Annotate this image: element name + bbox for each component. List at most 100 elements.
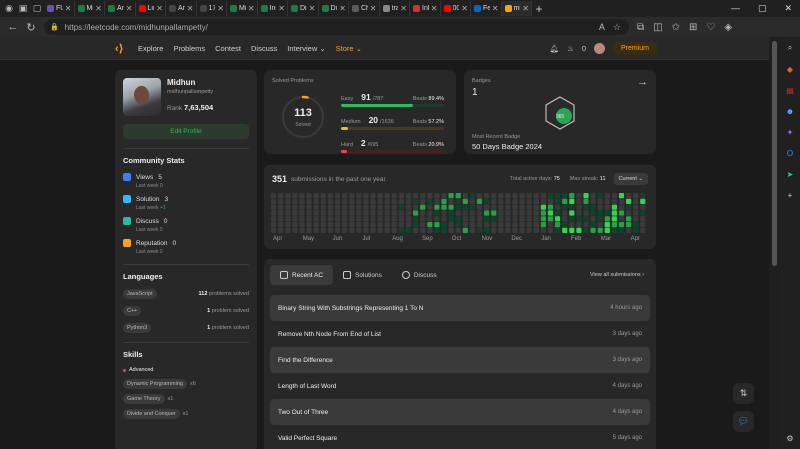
heatmap-cell[interactable] (626, 222, 632, 228)
heatmap-cell[interactable] (363, 227, 369, 233)
heatmap-cell[interactable] (342, 227, 348, 233)
heatmap-cell[interactable] (356, 210, 362, 216)
heatmap-cell[interactable] (604, 210, 610, 216)
heatmap-cell[interactable] (484, 227, 490, 233)
heatmap-cell[interactable] (562, 222, 568, 228)
heatmap-cell[interactable] (569, 227, 575, 233)
heatmap-cell[interactable] (533, 204, 539, 210)
language-tag[interactable]: C++ (123, 306, 142, 316)
heatmap-cell[interactable] (604, 204, 610, 210)
heatmap-cell[interactable] (512, 198, 518, 204)
tab-discuss[interactable]: Discuss (392, 265, 447, 285)
heatmap-cell[interactable] (562, 193, 568, 199)
browser-tab[interactable]: Dil✕ (319, 1, 349, 16)
heatmap-cell[interactable] (398, 204, 404, 210)
heatmap-cell[interactable] (526, 204, 532, 210)
heatmap-cell[interactable] (363, 216, 369, 222)
heatmap-cell[interactable] (434, 227, 440, 233)
heatmap-cell[interactable] (626, 193, 632, 199)
recent-ac-item[interactable]: Remove Nth Node From End of List 3 days a… (270, 321, 650, 347)
heatmap-cell[interactable] (278, 204, 284, 210)
browser-tab[interactable]: Ar ✕ (105, 1, 136, 16)
heatmap-cell[interactable] (576, 227, 582, 233)
heatmap-cell[interactable] (555, 222, 561, 228)
tab-close-icon[interactable]: ✕ (126, 4, 135, 13)
heatmap-cell[interactable] (519, 210, 525, 216)
heatmap-cell[interactable] (313, 193, 319, 199)
heatmap-cell[interactable] (633, 193, 639, 199)
heatmap-cell[interactable] (526, 216, 532, 222)
heatmap-cell[interactable] (555, 193, 561, 199)
language-tag[interactable]: Python3 (123, 323, 152, 333)
page-scrollbar[interactable] (769, 37, 780, 449)
heatmap-cell[interactable] (491, 198, 497, 204)
heatmap-cell[interactable] (604, 198, 610, 204)
heatmap-cell[interactable] (547, 210, 554, 216)
heatmap-cell[interactable] (441, 210, 447, 216)
heatmap-cell[interactable] (526, 198, 532, 204)
heatmap-cell[interactable] (640, 204, 646, 210)
heatmap-cell[interactable] (604, 216, 610, 222)
heatmap-cell[interactable] (391, 227, 397, 233)
heatmap-cell[interactable] (547, 198, 554, 204)
heatmap-cell[interactable] (633, 222, 639, 228)
heatmap-cell[interactable] (356, 222, 362, 228)
skill-tag[interactable]: Divide and Conquer (123, 409, 180, 419)
heatmap-cell[interactable] (306, 227, 312, 233)
heatmap-cell[interactable] (597, 222, 603, 228)
heatmap-cell[interactable] (299, 193, 305, 199)
nav-explore[interactable]: Explore (138, 44, 163, 53)
tab-close-icon[interactable]: ✕ (156, 4, 165, 13)
heatmap-cell[interactable] (285, 210, 291, 216)
heatmap-cell[interactable] (469, 222, 475, 228)
heatmap-cell[interactable] (469, 193, 475, 199)
heatmap-cell[interactable] (413, 204, 419, 210)
heatmap-cell[interactable] (299, 198, 305, 204)
heatmap-cell[interactable] (299, 222, 305, 228)
heatmap-cell[interactable] (576, 198, 582, 204)
heatmap-cell[interactable] (320, 216, 326, 222)
heatmap-cell[interactable] (469, 216, 475, 222)
tab-close-icon[interactable]: ✕ (217, 4, 226, 13)
heatmap-cell[interactable] (306, 210, 312, 216)
skill-tag[interactable]: Dynamic Programming (123, 379, 187, 389)
heatmap-cell[interactable] (320, 204, 326, 210)
heatmap-cell[interactable] (626, 204, 632, 210)
heatmap-cell[interactable] (505, 198, 511, 204)
heatmap-cell[interactable] (370, 198, 376, 204)
heatmap-cell[interactable] (476, 193, 483, 199)
nav-store[interactable]: Store ⌄ (336, 44, 362, 53)
heatmap-cell[interactable] (640, 210, 646, 216)
heatmap-cell[interactable] (519, 227, 525, 233)
heatmap-cell[interactable] (484, 222, 490, 228)
heatmap-cell[interactable] (626, 216, 632, 222)
heatmap-cell[interactable] (398, 227, 404, 233)
heatmap-cell[interactable] (576, 204, 582, 210)
heatmap-cell[interactable] (540, 210, 546, 216)
heatmap-cell[interactable] (512, 227, 518, 233)
heatmap-cell[interactable] (384, 222, 390, 228)
heatmap-cell[interactable] (540, 198, 546, 204)
heatmap-cell[interactable] (391, 193, 397, 199)
tab-close-icon[interactable]: ✕ (400, 4, 409, 13)
heatmap-cell[interactable] (462, 227, 468, 233)
heatmap-cell[interactable] (519, 222, 525, 228)
heatmap-cell[interactable] (498, 204, 504, 210)
heatmap-cell[interactable] (285, 204, 291, 210)
heatmap-cell[interactable] (327, 204, 333, 210)
outlook-icon[interactable]: O (785, 148, 795, 158)
heatmap-cell[interactable] (505, 193, 511, 199)
heatmap-cell[interactable] (611, 210, 617, 216)
settings-gear-icon[interactable]: ⚙ (785, 433, 795, 443)
heatmap-cell[interactable] (377, 204, 383, 210)
heatmap-cell[interactable] (462, 216, 468, 222)
heatmap-cell[interactable] (384, 210, 390, 216)
heatmap-cell[interactable] (384, 193, 390, 199)
browser-tab[interactable]: Dil✕ (288, 1, 319, 16)
heatmap-cell[interactable] (285, 227, 291, 233)
heatmap-cell[interactable] (313, 210, 319, 216)
extensions-icon[interactable]: ⧉ (637, 22, 644, 33)
heatmap-cell[interactable] (420, 193, 426, 199)
browser-tab[interactable]: 17✕ (197, 1, 227, 16)
heatmap-cell[interactable] (320, 210, 326, 216)
